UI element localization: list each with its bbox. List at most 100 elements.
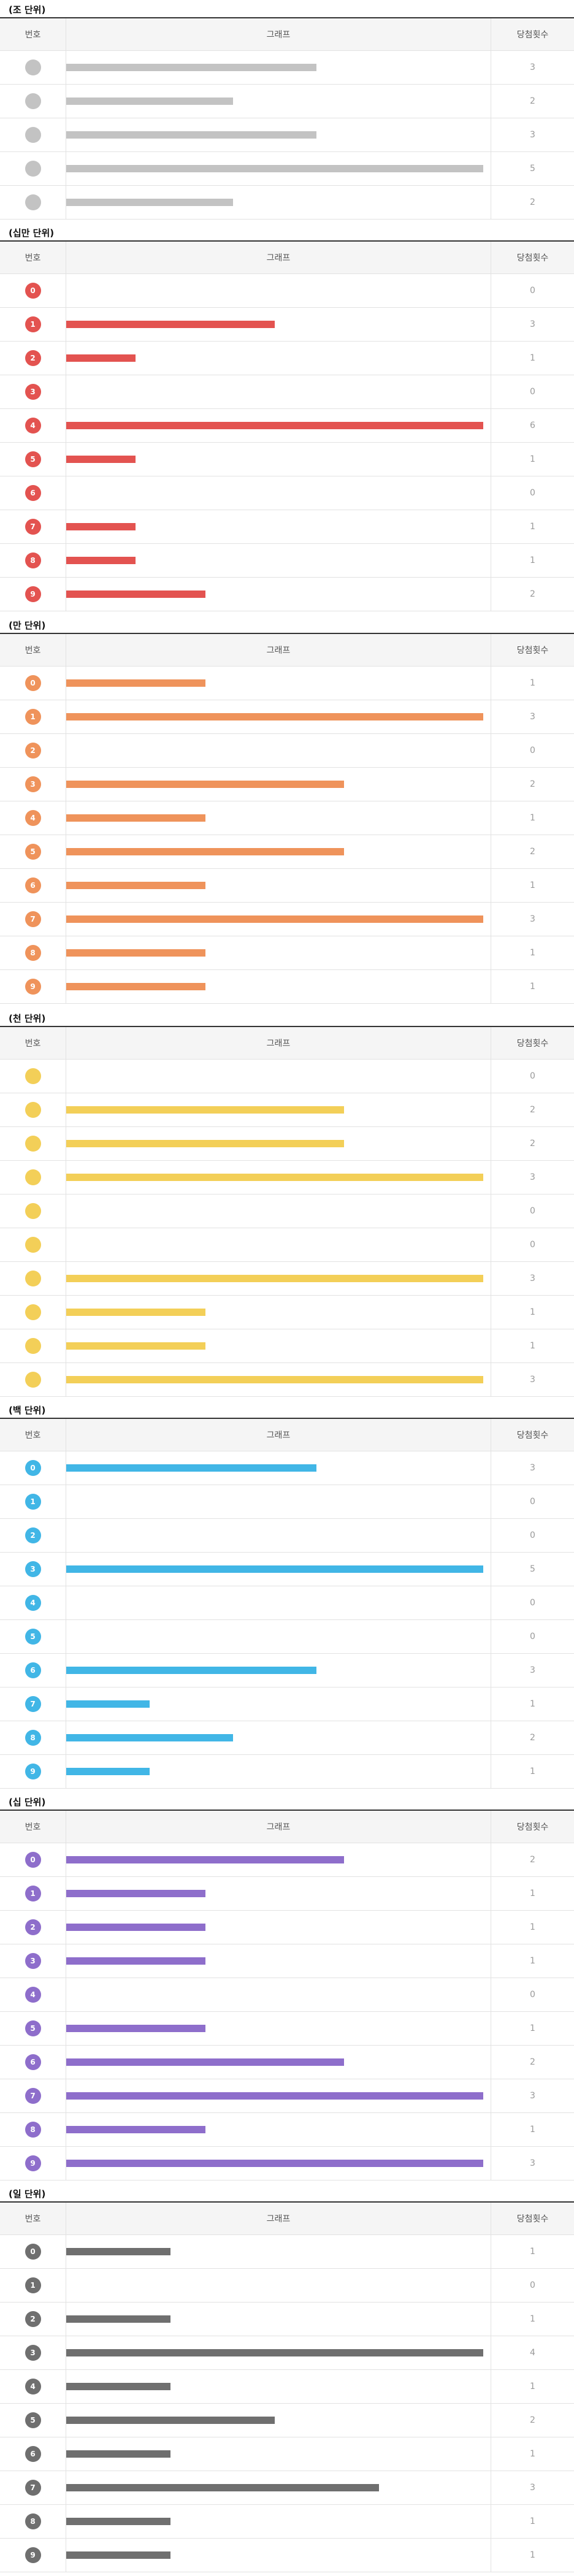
header-number: 번호 — [25, 253, 41, 263]
count-cell: 1 — [491, 2505, 574, 2538]
table-row: 82 — [0, 1721, 574, 1755]
graph-cell — [66, 1519, 491, 1552]
graph-cell — [66, 1485, 491, 1518]
count-cell: 3 — [491, 2471, 574, 2504]
number-ball: 6 — [25, 877, 41, 893]
graph-cell — [66, 510, 491, 543]
frequency-bar — [66, 713, 483, 720]
frequency-bar — [66, 1768, 150, 1775]
header-graph: 그래프 — [266, 1039, 291, 1049]
number-cell: 3 — [0, 768, 66, 801]
win-count: 3 — [530, 1274, 535, 1283]
count-cell: 0 — [491, 1620, 574, 1653]
frequency-bar — [66, 1309, 205, 1316]
number-cell: 9 — [0, 1755, 66, 1788]
win-count: 1 — [530, 1922, 535, 1932]
number-cell: 5 — [0, 1620, 66, 1653]
table-row: 21 — [0, 2303, 574, 2336]
table-row: 91 — [0, 1755, 574, 1789]
header-count-cell: 당첨횟수 — [491, 2203, 574, 2234]
win-count: 1 — [530, 1341, 535, 1351]
header-count-cell: 당첨횟수 — [491, 634, 574, 666]
number-ball: 1 — [25, 2277, 41, 2293]
table-row: 3 — [0, 118, 574, 152]
table-row: 35 — [0, 1553, 574, 1586]
table-row: 71 — [0, 1687, 574, 1721]
count-cell: 1 — [491, 1911, 574, 1944]
win-count: 2 — [530, 2057, 535, 2067]
win-count: 1 — [530, 2314, 535, 2324]
table-row: 3 — [0, 1363, 574, 1397]
table-row: 46 — [0, 409, 574, 443]
number-ball — [25, 59, 41, 75]
number-ball: 3 — [25, 2345, 41, 2361]
graph-cell — [66, 1296, 491, 1329]
number-ball: 8 — [25, 552, 41, 568]
graph-cell — [66, 801, 491, 835]
header-graph: 그래프 — [266, 1822, 291, 1832]
number-ball: 7 — [25, 2480, 41, 2496]
number-ball: 0 — [25, 1852, 41, 1868]
number-ball: 5 — [25, 2412, 41, 2428]
number-ball: 2 — [25, 1919, 41, 1935]
number-ball — [25, 1203, 41, 1219]
graph-cell — [66, 2046, 491, 2079]
number-ball: 3 — [25, 384, 41, 400]
header-graph: 그래프 — [266, 2214, 291, 2224]
number-ball — [25, 93, 41, 109]
table-row: 91 — [0, 2539, 574, 2572]
count-cell: 1 — [491, 2539, 574, 2572]
number-cell — [0, 1194, 66, 1228]
frequency-bar — [66, 456, 136, 463]
number-ball: 1 — [25, 709, 41, 725]
number-ball: 8 — [25, 2513, 41, 2529]
win-count: 1 — [530, 1889, 535, 1898]
win-count: 5 — [530, 1564, 535, 1574]
graph-cell — [66, 85, 491, 118]
win-count: 2 — [530, 1105, 535, 1115]
count-cell: 2 — [491, 2404, 574, 2437]
graph-cell — [66, 1262, 491, 1295]
count-cell: 1 — [491, 801, 574, 835]
frequency-bar — [66, 814, 205, 822]
count-cell: 4 — [491, 2336, 574, 2369]
number-cell: 6 — [0, 2046, 66, 2079]
count-cell: 1 — [491, 443, 574, 476]
count-cell: 1 — [491, 1944, 574, 1978]
number-cell — [0, 85, 66, 118]
chart-section: (만 단위) 번호 그래프 당첨횟수 0 1 1 3 2 0 3 2 4 1 5 2 6 1 7 3 8 1 9 1 — [0, 619, 574, 1004]
chart-section: (일 단위) 번호 그래프 당첨횟수 0 1 1 0 2 1 3 4 4 1 5 2 6 1 7 3 8 1 9 1 — [0, 2188, 574, 2572]
win-count: 0 — [530, 1240, 535, 1250]
header-graph: 그래프 — [266, 1431, 291, 1440]
number-ball: 2 — [25, 350, 41, 366]
table-row: 73 — [0, 2079, 574, 2113]
graph-cell — [66, 274, 491, 307]
count-cell: 2 — [491, 186, 574, 219]
count-cell: 1 — [491, 667, 574, 700]
table-row: 63 — [0, 1654, 574, 1687]
table-row: 2 — [0, 85, 574, 118]
frequency-bar — [66, 2383, 170, 2390]
header-graph-cell: 그래프 — [66, 634, 491, 666]
number-cell — [0, 1060, 66, 1093]
count-cell: 0 — [491, 1978, 574, 2011]
number-ball: 5 — [25, 451, 41, 467]
number-cell: 6 — [0, 869, 66, 902]
number-ball: 4 — [25, 2379, 41, 2394]
count-cell: 3 — [491, 1262, 574, 1295]
win-count: 1 — [530, 2125, 535, 2135]
graph-cell — [66, 970, 491, 1003]
frequency-bar — [66, 848, 344, 855]
count-cell: 1 — [491, 869, 574, 902]
count-cell: 0 — [491, 1060, 574, 1093]
number-cell: 2 — [0, 1911, 66, 1944]
win-count: 0 — [530, 1598, 535, 1608]
header-count-cell: 당첨횟수 — [491, 242, 574, 273]
chart-section: (백 단위) 번호 그래프 당첨횟수 0 3 1 0 2 0 3 5 4 0 5 0 6 3 7 1 8 2 9 1 — [0, 1404, 574, 1789]
number-cell: 1 — [0, 308, 66, 341]
frequency-bar — [66, 983, 205, 990]
frequency-bar — [66, 1106, 344, 1114]
number-cell: 0 — [0, 274, 66, 307]
graph-cell — [66, 667, 491, 700]
number-cell — [0, 1296, 66, 1329]
